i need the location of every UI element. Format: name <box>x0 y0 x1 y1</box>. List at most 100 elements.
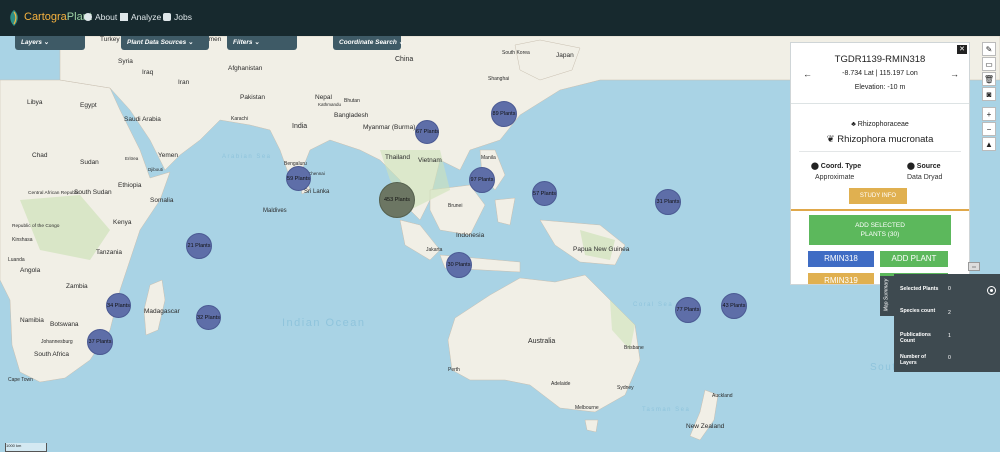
cluster-marker[interactable]: 30 Plants <box>446 252 472 278</box>
label-bangladesh: Bangladesh <box>334 112 369 119</box>
cartograplant-logo[interactable]: CartograPlant <box>6 6 92 30</box>
city-auckland: Auckland <box>712 393 733 399</box>
arrow-right-icon[interactable]: → <box>950 69 959 79</box>
label-arabian-sea: Arabian Sea <box>222 154 272 160</box>
plant-family: ♣ Rhizophoraceae <box>791 121 969 128</box>
add-selected-line-2: PLANTS (30) <box>860 231 900 238</box>
close-icon[interactable]: ✕ <box>957 45 967 54</box>
summary-value: 2 <box>948 310 951 316</box>
draw-line-icon[interactable]: ✎ <box>982 42 996 56</box>
cluster-marker[interactable]: 97 Plants <box>469 167 495 193</box>
cluster-marker[interactable]: 77 Plants <box>675 297 701 323</box>
label-brunei: Brunei <box>448 203 462 209</box>
cluster-label: 30 Plants <box>447 262 471 268</box>
label-yemen: Yemen <box>158 152 178 159</box>
label-djibouti: Djibouti <box>148 167 163 172</box>
plant-id-button[interactable]: RMIN318 <box>808 251 874 267</box>
nav-analyze[interactable]: Analyze <box>120 12 161 22</box>
cluster-label: 43 Plants <box>722 303 746 309</box>
menu-coordinate-search-label: Coordinate Search <box>339 39 397 46</box>
cluster-label: 21 Plants <box>187 243 211 249</box>
plant-id-button[interactable]: RMIN319 <box>808 273 874 284</box>
label-libya: Libya <box>27 99 43 106</box>
cluster-marker[interactable]: 37 Plants <box>87 329 113 355</box>
add-selected-plants-button[interactable]: ADD SELECTED PLANTS (30) <box>809 215 951 245</box>
cluster-marker[interactable]: 31 Plants <box>655 189 681 215</box>
menu-layers[interactable]: Layers ⌄ <box>15 36 85 50</box>
cluster-marker[interactable]: 57 Plants <box>532 181 557 206</box>
label-sri-lanka: Sri Lanka <box>304 189 330 195</box>
cluster-label: 89 Plants <box>492 111 516 117</box>
label-australia: Australia <box>528 338 555 345</box>
plant-species: ❦ Rhizophora mucronata <box>791 134 969 145</box>
toggle-icon[interactable] <box>987 286 996 295</box>
divider <box>791 209 969 211</box>
label-somalia: Somalia <box>150 197 174 204</box>
divider <box>799 151 961 152</box>
label-madagascar: Madagascar <box>144 308 181 315</box>
chart-icon <box>120 13 128 21</box>
menu-plant-data-sources[interactable]: Plant Data Sources ⌄ <box>121 36 209 50</box>
plant-id: TGDR1139-RMIN318 <box>834 54 926 65</box>
zoom-out-button[interactable]: − <box>982 122 996 136</box>
map-summary-tab[interactable]: Map Summary <box>880 276 894 316</box>
cluster-marker[interactable]: 43 Plants <box>721 293 747 319</box>
menu-filters-label: Filters <box>233 39 253 46</box>
city-brisbane: Brisbane <box>624 345 644 351</box>
map-summary-tab-label: Map Summary <box>883 278 890 312</box>
label-tanzania: Tanzania <box>96 249 122 256</box>
label-coral-sea: Coral Sea <box>633 302 673 308</box>
cluster-marker[interactable]: 21 Plants <box>186 233 212 259</box>
label-china: China <box>395 56 413 63</box>
summary-label: Publications Count <box>900 332 931 344</box>
trash-icon[interactable]: 🗑 <box>982 72 996 86</box>
label-south-africa: South Africa <box>34 351 69 358</box>
label-maldives: Maldives <box>263 208 287 214</box>
cluster-marker[interactable]: 32 Plants <box>196 305 221 330</box>
label-south-korea: South Korea <box>502 50 530 56</box>
summary-minimize-icon[interactable]: ▭ <box>968 262 980 271</box>
city-adelaide: Adelaide <box>551 381 571 387</box>
label-south-sudan: South Sudan <box>74 189 112 196</box>
cluster-marker[interactable]: 453 Plants <box>379 182 415 218</box>
menu-filters[interactable]: Filters ⌄ <box>227 36 297 50</box>
summary-label: Number of Layers <box>900 354 926 366</box>
nav-jobs-label: Jobs <box>174 12 192 22</box>
brand-part-1: Cartogra <box>24 11 67 23</box>
label-syria: Syria <box>118 58 133 65</box>
scale-bar: 1000 km <box>5 443 47 452</box>
city-cape-town: Cape Town <box>8 377 33 383</box>
camera-icon[interactable]: ◙ <box>982 87 996 101</box>
label-congo: Republic of the Congo <box>12 223 60 229</box>
label-pakistan: Pakistan <box>240 94 265 101</box>
nav-about-label: About <box>95 12 118 22</box>
cluster-label: 32 Plants <box>197 314 220 321</box>
summary-body: Selected Plants 0 Species count 2 Public… <box>894 274 1000 372</box>
zoom-in-button[interactable]: + <box>982 107 996 121</box>
label-car: Central African Republic <box>28 190 80 196</box>
map-marker-icon: ⬤ <box>907 163 917 170</box>
menu-coordinate-search[interactable]: Coordinate Search ⌄ <box>333 36 404 50</box>
label-zambia: Zambia <box>66 283 88 290</box>
flask-icon <box>163 13 171 21</box>
study-info-button[interactable]: STUDY INFO <box>849 188 907 204</box>
label-vietnam: Vietnam <box>418 157 442 164</box>
label-new-zealand: New Zealand <box>686 423 725 430</box>
nav-jobs[interactable]: Jobs <box>163 12 192 22</box>
city-kathmandu: Kathmandu <box>318 102 342 107</box>
cluster-marker[interactable]: 89 Plants <box>491 101 517 127</box>
compass-icon[interactable]: ▲ <box>982 137 996 151</box>
label-eritrea: Eritrea <box>125 156 139 161</box>
draw-rectangle-icon[interactable]: ▭ <box>982 57 996 71</box>
label-egypt: Egypt <box>80 102 97 109</box>
label-angola: Angola <box>20 267 41 274</box>
label-sudan: Sudan <box>80 159 99 166</box>
label-saudi-arabia: Saudi Arabia <box>124 116 161 123</box>
cluster-marker[interactable]: 67 Plants <box>415 120 439 144</box>
label-bhutan: Bhutan <box>344 98 360 104</box>
nav-about[interactable]: About <box>84 12 117 22</box>
cluster-marker[interactable]: 34 Plants <box>106 293 131 318</box>
city-shanghai: Shanghai <box>488 76 509 82</box>
label-nepal: Nepal <box>315 94 333 101</box>
cluster-marker[interactable]: 59 Plants <box>286 166 311 191</box>
